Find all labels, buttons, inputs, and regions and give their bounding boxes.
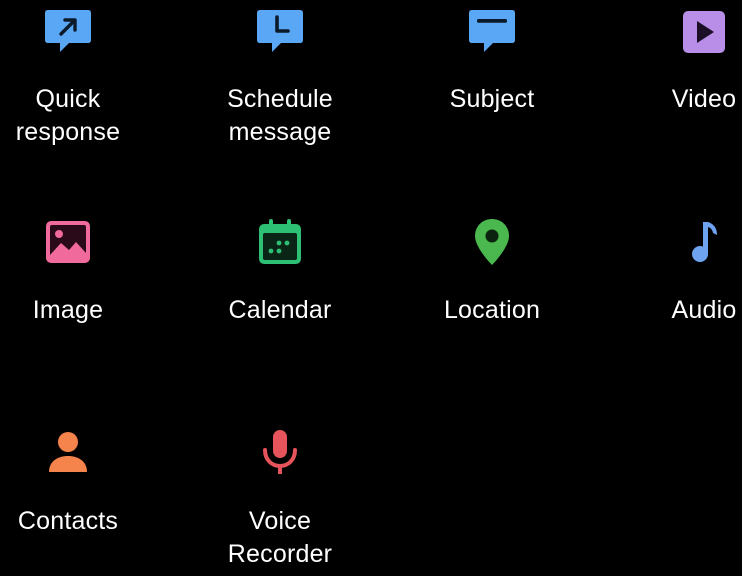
attachment-audio[interactable]: Audio (624, 216, 742, 327)
attachment-label: Voice Recorder (227, 507, 333, 568)
attachment-label: Subject (449, 85, 535, 113)
attachment-quick-response[interactable]: Quick response (0, 5, 148, 149)
attachment-calendar[interactable]: Calendar (200, 216, 360, 327)
attachment-video[interactable]: Video (624, 5, 742, 116)
video-icon (678, 5, 730, 57)
attachment-contacts[interactable]: Contacts (0, 427, 148, 538)
attachment-image[interactable]: Image (0, 216, 148, 327)
attachment-label: Audio (671, 296, 737, 324)
attachment-label: Quick response (15, 85, 121, 146)
attachment-label: Schedule message (227, 85, 333, 146)
attachment-label: Contacts (17, 507, 119, 535)
schedule-message-icon (254, 5, 306, 57)
attachment-label: Video (671, 85, 737, 113)
quick-response-icon (42, 5, 94, 57)
person-icon (42, 427, 94, 479)
calendar-icon (254, 216, 306, 268)
subject-icon (466, 5, 518, 57)
attachment-voice-recorder[interactable]: Voice Recorder (200, 427, 360, 571)
attachment-label: Location (443, 296, 541, 324)
attachment-subject[interactable]: Subject (412, 5, 572, 116)
attachment-schedule-message[interactable]: Schedule message (200, 5, 360, 149)
music-note-icon (678, 216, 730, 268)
location-pin-icon (466, 216, 518, 268)
microphone-icon (254, 427, 306, 479)
attachment-label: Calendar (228, 296, 332, 324)
attachment-label: Image (32, 296, 104, 324)
attachment-location[interactable]: Location (412, 216, 572, 327)
image-icon (42, 216, 94, 268)
